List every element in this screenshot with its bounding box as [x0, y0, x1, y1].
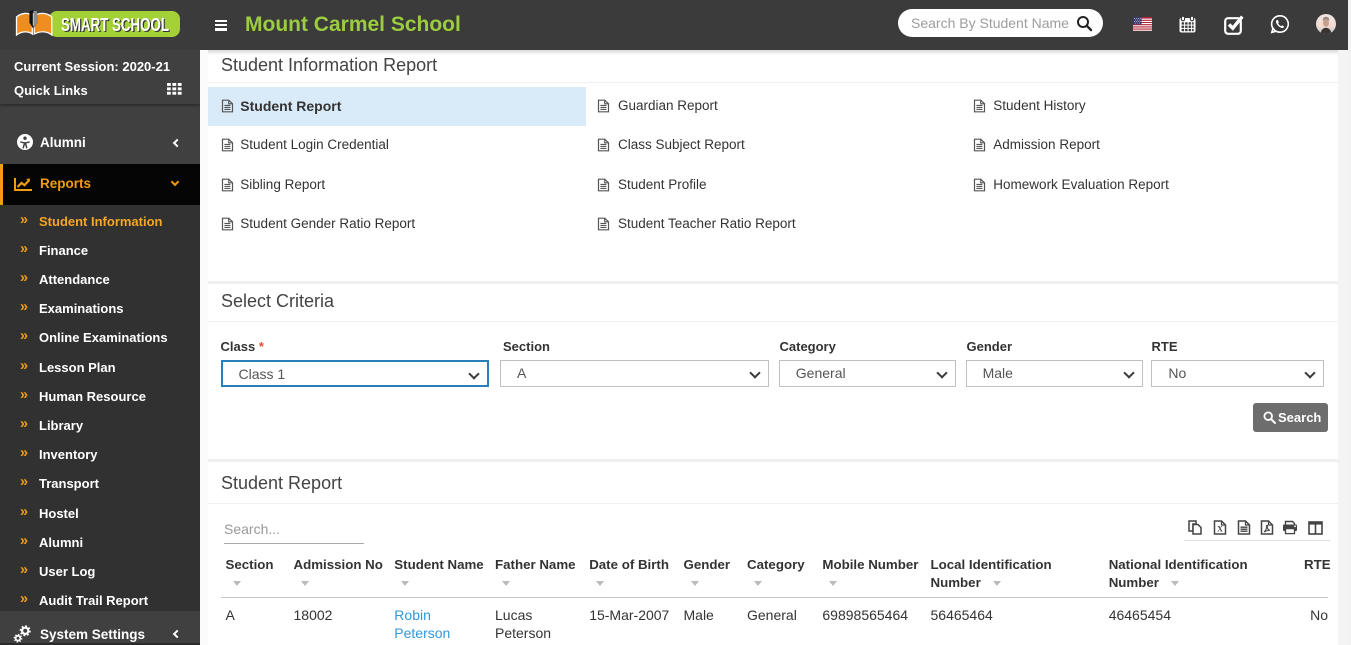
svg-text:SMART SCHOOL: SMART SCHOOL: [61, 15, 169, 35]
svg-text:X: X: [1217, 525, 1223, 534]
